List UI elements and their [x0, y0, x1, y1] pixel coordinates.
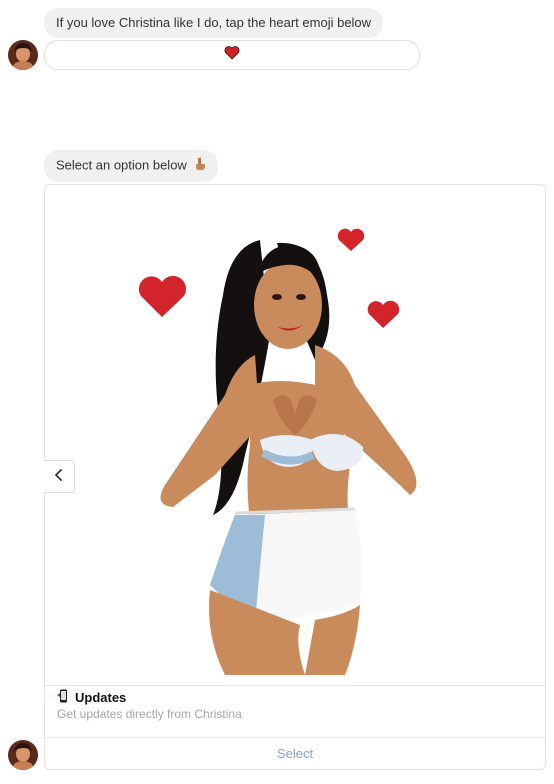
message-text: Select an option below [56, 157, 187, 173]
message-bubble-love: If you love Christina like I do, tap the… [44, 8, 384, 38]
heart-emoji-button[interactable] [44, 40, 420, 70]
avatar-image [8, 40, 38, 70]
option-card: Updates Get updates directly from Christ… [44, 184, 546, 770]
heart-icon [224, 45, 240, 65]
select-button[interactable]: Select [45, 738, 545, 769]
avatar [8, 740, 38, 770]
card-subtitle: Get updates directly from Christina [57, 707, 242, 721]
avatar-image [8, 740, 38, 770]
card-title-text: Updates [75, 690, 127, 705]
message-bubble-select: Select an option below [44, 150, 219, 182]
message-text: If you love Christina like I do, tap the… [56, 15, 372, 30]
avatar [8, 40, 38, 70]
carousel-prev-button[interactable] [44, 460, 75, 493]
card-image [45, 185, 545, 685]
phone-icon [57, 689, 69, 706]
card-title: Updates [57, 689, 126, 706]
point-down-icon [194, 157, 206, 175]
chevron-left-icon [54, 468, 64, 486]
chat-page: If you love Christina like I do, tap the… [0, 0, 554, 784]
card-divider [45, 685, 545, 686]
cartoon-woman-heart-hands-illustration [138, 228, 417, 675]
